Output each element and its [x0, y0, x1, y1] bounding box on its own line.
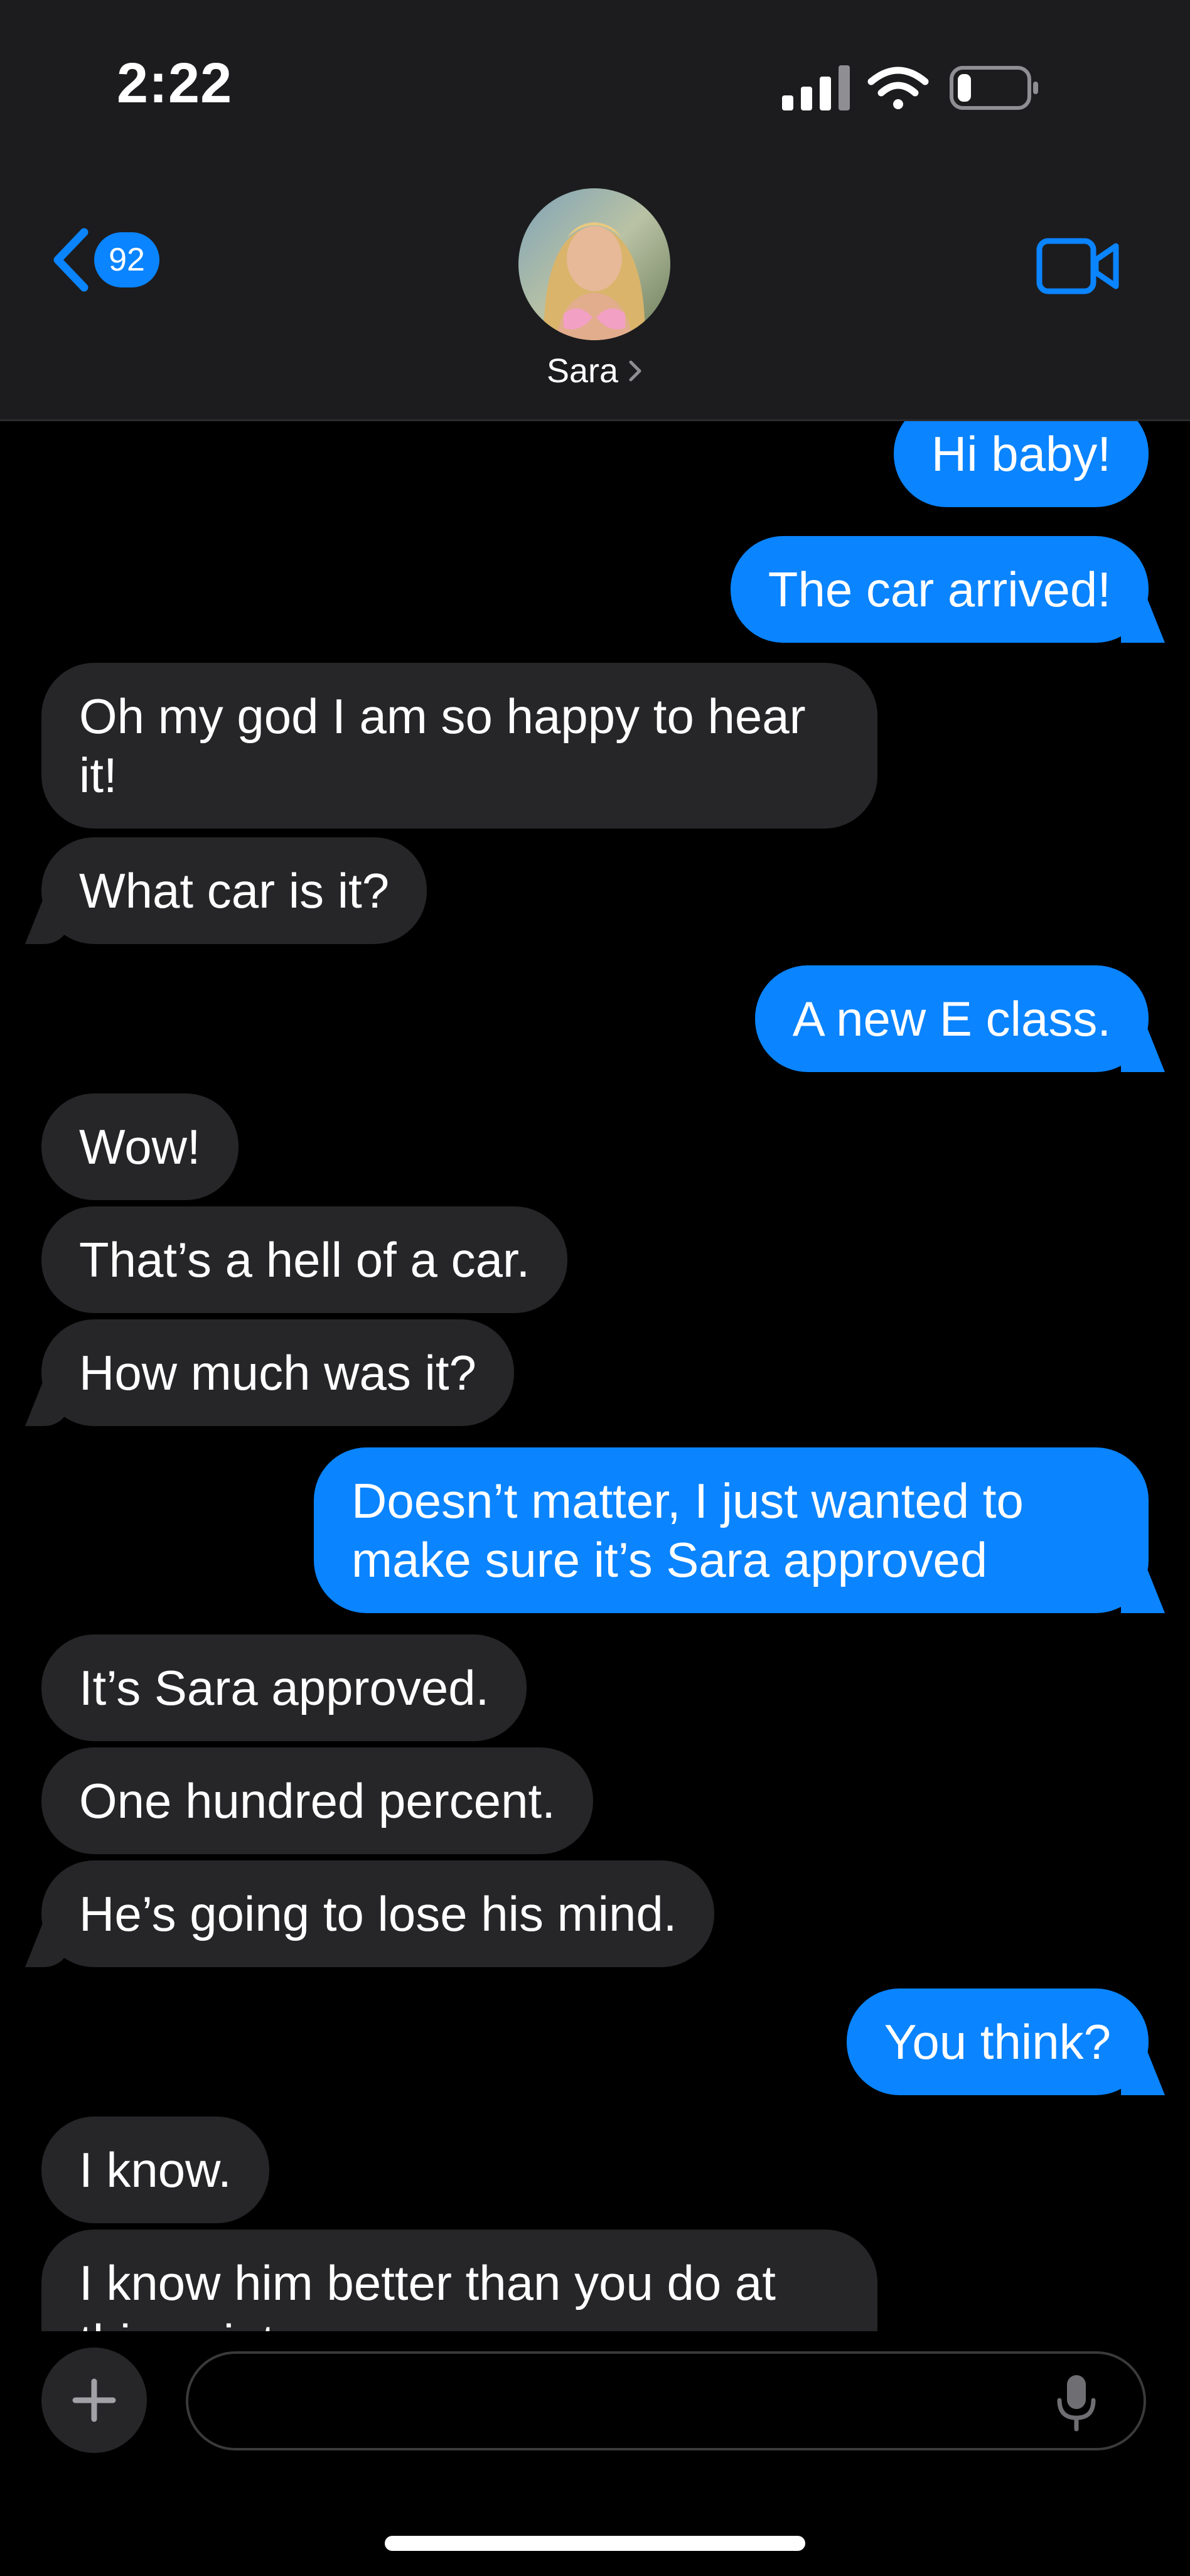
message-bubble-incoming[interactable]: Wow!: [41, 1093, 239, 1200]
dictation-button[interactable]: [1054, 2373, 1098, 2436]
message-text: Hi baby!: [931, 426, 1111, 481]
message-input[interactable]: [186, 2351, 1146, 2450]
message-text: How much was it?: [79, 1345, 476, 1400]
contact-avatar[interactable]: [518, 188, 670, 340]
battery-icon: [950, 66, 1038, 110]
message-bubble-incoming[interactable]: I know.: [41, 2117, 269, 2223]
facetime-video-button[interactable]: [1036, 236, 1121, 299]
video-camera-icon: [1036, 238, 1119, 294]
message-bubble-incoming[interactable]: He’s going to lose his mind.: [41, 1860, 715, 1967]
message-text: Doesn’t matter, I just wanted to make su…: [351, 1473, 1024, 1587]
status-time: 2:22: [117, 52, 233, 115]
cellular-signal-icon: [782, 65, 850, 110]
message-bubble-outgoing[interactable]: A new E class.: [754, 965, 1149, 1072]
status-icons: [782, 63, 1096, 113]
back-button[interactable]: 92: [49, 227, 159, 292]
message-text: What car is it?: [79, 863, 390, 918]
wifi-icon: [867, 67, 929, 109]
message-bubble-incoming[interactable]: It’s Sara approved.: [41, 1634, 527, 1741]
message-bubble-incoming[interactable]: How much was it?: [41, 1319, 514, 1426]
message-bubble-outgoing[interactable]: You think?: [846, 1988, 1149, 2095]
message-bubble-incoming[interactable]: What car is it?: [41, 837, 427, 944]
message-text: The car arrived!: [768, 562, 1111, 617]
message-bubble-incoming[interactable]: That’s a hell of a car.: [41, 1206, 568, 1313]
message-text: That’s a hell of a car.: [79, 1232, 530, 1287]
message-bubble-incoming[interactable]: I know him better than you do at this po…: [41, 2230, 877, 2331]
conversation-header: 2:22 92 Sara: [0, 0, 1190, 421]
contact-name-button[interactable]: Sara: [0, 352, 1190, 390]
message-text: Wow!: [79, 1119, 201, 1174]
message-text: A new E class.: [792, 991, 1111, 1046]
message-list[interactable]: Hi baby! The car arrived! Oh my god I am…: [0, 419, 1190, 2331]
chevron-left-icon: [53, 228, 88, 292]
message-text: It’s Sara approved.: [79, 1660, 490, 1715]
unread-count-badge: 92: [94, 232, 159, 287]
contact-name: Sara: [546, 352, 619, 390]
message-text: One hundred percent.: [79, 1773, 555, 1828]
message-text: You think?: [884, 2014, 1111, 2069]
home-indicator[interactable]: [385, 2536, 805, 2551]
message-text: He’s going to lose his mind.: [79, 1886, 677, 1941]
message-bubble-incoming[interactable]: One hundred percent.: [41, 1747, 593, 1854]
plus-icon: [72, 2378, 116, 2422]
message-text: I know him better than you do at this po…: [79, 2255, 776, 2331]
message-bubble-outgoing[interactable]: The car arrived!: [730, 536, 1149, 643]
message-text: Oh my god I am so happy to hear it!: [79, 689, 806, 803]
add-attachment-button[interactable]: [41, 2348, 147, 2453]
microphone-icon: [1057, 2375, 1096, 2432]
message-bubble-incoming[interactable]: Oh my god I am so happy to hear it!: [41, 663, 877, 829]
message-text: I know.: [79, 2142, 232, 2198]
message-bubble-outgoing[interactable]: Doesn’t matter, I just wanted to make su…: [314, 1447, 1149, 1613]
message-bubble-outgoing[interactable]: Hi baby!: [893, 419, 1149, 507]
chevron-right-icon: [629, 360, 641, 382]
